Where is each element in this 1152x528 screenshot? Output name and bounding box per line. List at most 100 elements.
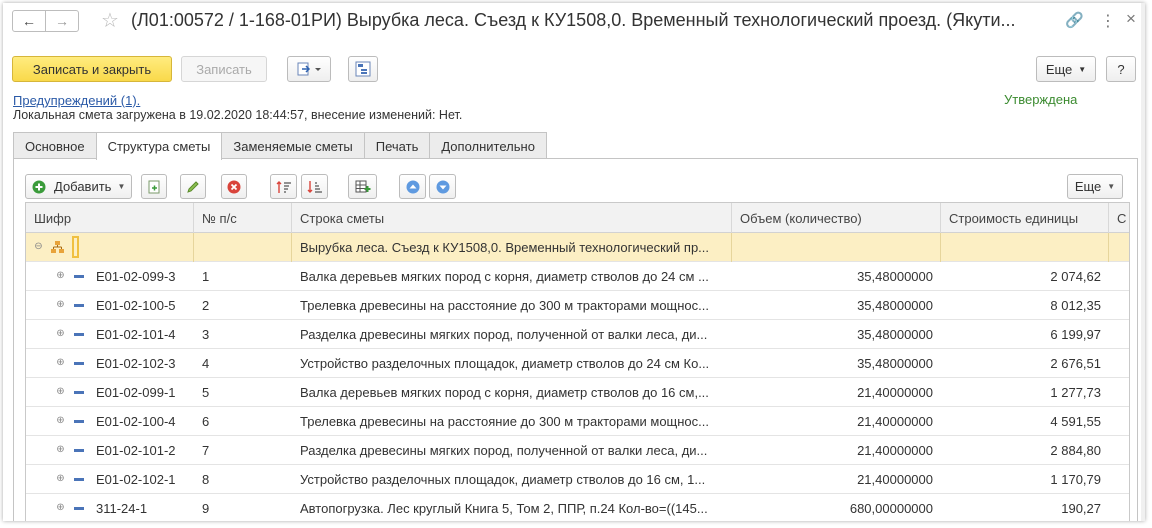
column-header-number[interactable]: № п/с <box>194 203 292 233</box>
tab-print[interactable]: Печать <box>363 132 431 159</box>
forward-button[interactable]: → <box>45 10 79 32</box>
tab-structure[interactable]: Структура сметы <box>95 132 223 160</box>
unit-cost-cell: 2 884,80 <box>1050 443 1101 458</box>
unit-cost-cell: 6 199,97 <box>1050 327 1101 342</box>
sort-desc-button[interactable] <box>301 174 328 199</box>
structure-button[interactable] <box>348 56 378 82</box>
expand-icon[interactable]: ⊕ <box>56 503 65 513</box>
line-cell: Валка деревьев мягких пород с корня, диа… <box>300 385 709 400</box>
structure-icon <box>355 61 371 77</box>
save-and-close-button[interactable]: Записать и закрыть <box>12 56 172 82</box>
load-info-text: Локальная смета загружена в 19.02.2020 1… <box>13 108 463 122</box>
add-section-button[interactable] <box>348 174 377 199</box>
line-cell: Разделка древесины мягких пород, получен… <box>300 443 708 458</box>
table-row[interactable]: ⊕ Е01-02-099-3 1 Валка деревьев мягких п… <box>26 262 1129 291</box>
table-row[interactable]: ⊕ Е01-02-099-1 5 Валка деревьев мягких п… <box>26 378 1129 407</box>
table-row[interactable]: ⊕ Е01-02-101-2 7 Разделка древесины мягк… <box>26 436 1129 465</box>
more-button[interactable]: Еще ▼ <box>1036 56 1096 82</box>
table-row[interactable]: ⊕ Е01-02-100-4 6 Трелевка древесины на р… <box>26 407 1129 436</box>
unit-cost-cell: 4 591,55 <box>1050 414 1101 429</box>
quantity-cell: 21,40000000 <box>857 443 933 458</box>
add-button[interactable]: Добавить ▼ <box>25 174 132 199</box>
code-cell: Е01-02-101-2 <box>96 443 176 458</box>
column-header-unit-cost[interactable]: Строимость единицы <box>941 203 1109 233</box>
add-label: Добавить <box>54 179 112 194</box>
table-row[interactable]: ⊕ Е01-02-102-1 8 Устройство разделочных … <box>26 465 1129 494</box>
chevron-down-icon: ▼ <box>1078 64 1087 74</box>
unit-cost-cell: 2 676,51 <box>1050 356 1101 371</box>
item-marker-icon <box>74 275 84 278</box>
link-icon[interactable]: 🔗 <box>1065 11 1084 29</box>
unit-cost-cell: 1 170,79 <box>1050 472 1101 487</box>
column-header-cost[interactable]: С <box>1109 203 1129 233</box>
expand-icon[interactable]: ⊕ <box>56 271 65 281</box>
tab-bar: Основное Структура сметы Заменяемые смет… <box>13 132 547 160</box>
table-row[interactable]: ⊕ Е01-02-101-4 3 Разделка древесины мягк… <box>26 320 1129 349</box>
expand-icon[interactable]: ⊕ <box>56 358 65 368</box>
generate-menu-button[interactable] <box>287 56 331 82</box>
favorite-star-icon[interactable]: ☆ <box>101 8 119 33</box>
column-header-line[interactable]: Строка сметы <box>292 203 732 233</box>
line-cell: Разделка древесины мягких пород, получен… <box>300 327 708 342</box>
move-up-button[interactable] <box>399 174 426 199</box>
unit-cost-cell: 2 074,62 <box>1050 269 1101 284</box>
tab-replaced[interactable]: Заменяемые сметы <box>221 132 365 159</box>
table-row[interactable]: ⊕ Е01-02-100-5 2 Трелевка древесины на р… <box>26 291 1129 320</box>
quantity-cell: 35,48000000 <box>857 327 933 342</box>
number-cell: 8 <box>202 472 210 487</box>
status-badge: Утверждена <box>1004 92 1078 107</box>
copy-row-button[interactable] <box>141 174 167 199</box>
table-header: Шифр № п/с Строка сметы Объем (количеств… <box>26 203 1129 233</box>
edit-row-button[interactable] <box>180 174 206 199</box>
code-cell: Е01-02-102-3 <box>96 356 176 371</box>
expand-icon[interactable]: ⊕ <box>56 416 65 426</box>
column-header-quantity[interactable]: Объем (количество) <box>732 203 941 233</box>
quantity-cell: 21,40000000 <box>857 472 933 487</box>
expand-icon[interactable]: ⊕ <box>56 387 65 397</box>
close-icon[interactable]: × <box>1126 9 1136 29</box>
estimate-structure-table[interactable]: Шифр № п/с Строка сметы Объем (количеств… <box>25 202 1130 521</box>
quantity-cell: 35,48000000 <box>857 298 933 313</box>
table-row[interactable]: ⊕ Е01-02-102-3 4 Устройство разделочных … <box>26 349 1129 378</box>
warnings-link[interactable]: Предупреждений (1). <box>13 93 140 108</box>
column-header-code[interactable]: Шифр <box>26 203 194 233</box>
number-cell: 1 <box>202 269 210 284</box>
more-actions-icon[interactable]: ⋮ <box>1100 11 1116 31</box>
expand-icon[interactable]: ⊕ <box>56 300 65 310</box>
expand-icon[interactable]: ⊕ <box>56 329 65 339</box>
help-button[interactable]: ? <box>1106 56 1136 82</box>
arrow-right-icon: → <box>55 13 69 29</box>
back-button[interactable]: ← <box>12 10 46 32</box>
unit-cost-cell: 190,27 <box>1061 501 1101 516</box>
tab-additional[interactable]: Дополнительно <box>429 132 547 159</box>
code-cell: Е01-02-099-1 <box>96 385 176 400</box>
item-marker-icon <box>74 507 84 510</box>
pencil-icon <box>187 180 199 193</box>
expand-icon[interactable]: ⊕ <box>56 445 65 455</box>
save-button[interactable]: Записать <box>181 56 267 82</box>
item-marker-icon <box>74 304 84 307</box>
quantity-cell: 21,40000000 <box>857 385 933 400</box>
arrow-down-icon <box>436 180 449 193</box>
table-row-group[interactable]: ⊖ Вырубка леса. Съезд к КУ1508,0. Времен… <box>26 233 1129 262</box>
sort-asc-button[interactable] <box>270 174 297 199</box>
group-number-cell <box>194 233 292 262</box>
line-cell: Устройство разделочных площадок, диаметр… <box>300 472 706 487</box>
table-row[interactable]: ⊕ 311-24-1 9 Автопогрузка. Лес круглый К… <box>26 494 1129 521</box>
item-marker-icon <box>74 391 84 394</box>
code-cell: Е01-02-101-4 <box>96 327 176 342</box>
expand-icon[interactable]: ⊕ <box>56 474 65 484</box>
tab-main[interactable]: Основное <box>13 132 97 159</box>
code-cell: Е01-02-100-5 <box>96 298 176 313</box>
unit-cost-cell: 8 012,35 <box>1050 298 1101 313</box>
chevron-down-icon: ▼ <box>117 182 126 191</box>
line-cell: Устройство разделочных площадок, диаметр… <box>300 356 710 371</box>
quantity-cell: 21,40000000 <box>857 414 933 429</box>
number-cell: 5 <box>202 385 210 400</box>
number-cell: 7 <box>202 443 210 458</box>
grid-more-button[interactable]: Еще ▼ <box>1067 174 1123 199</box>
move-down-button[interactable] <box>429 174 456 199</box>
copy-icon <box>148 180 160 193</box>
vertical-scrollbar[interactable] <box>1141 3 1145 521</box>
delete-row-button[interactable] <box>221 174 247 199</box>
